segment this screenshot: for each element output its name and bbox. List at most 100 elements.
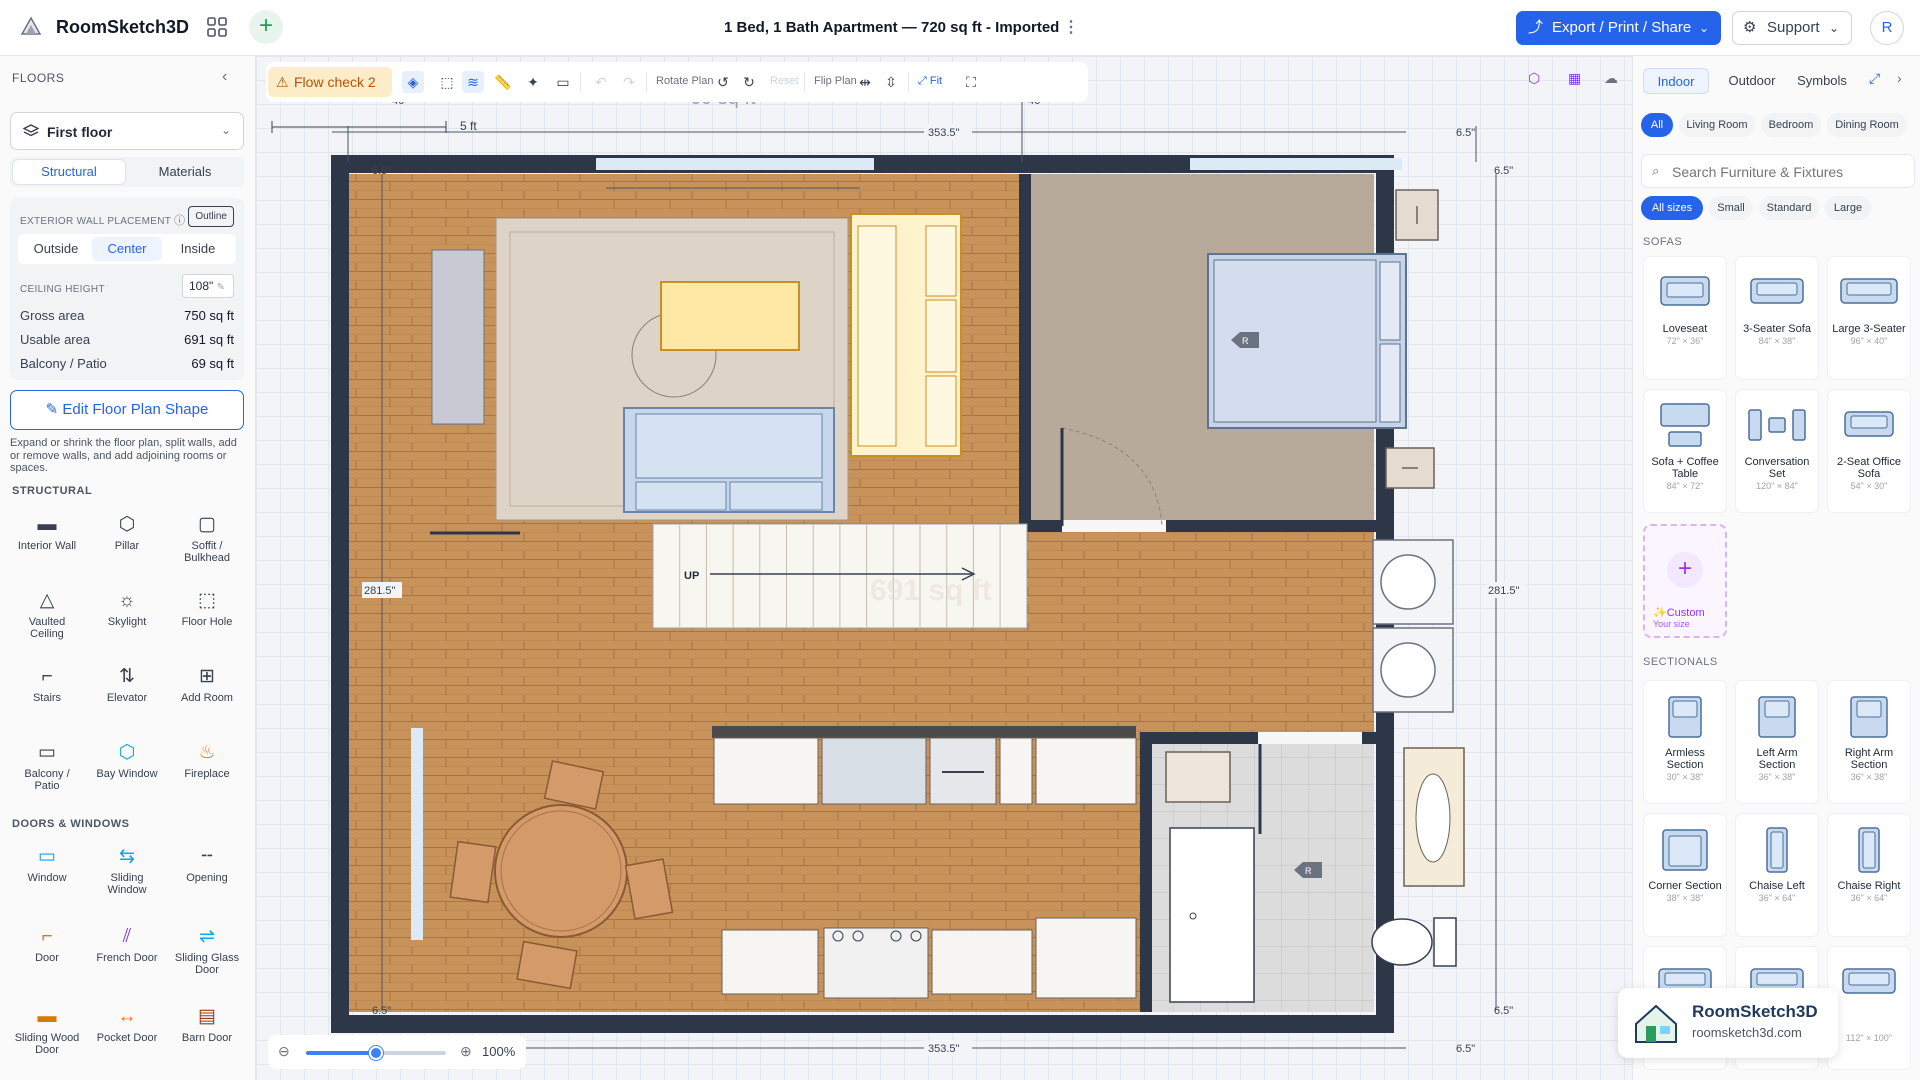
chip-large[interactable]: Large [1825,196,1871,220]
layers-toggle-icon[interactable]: ≋ [462,71,484,93]
dashboard-grid-icon[interactable] [206,16,228,38]
furniture-card-chaise-right[interactable]: Chaise Right 36" × 64" [1827,813,1911,937]
tab-structural[interactable]: Structural [13,160,125,184]
cloud-icon[interactable]: ☁ [1604,70,1618,87]
window-top-right[interactable] [1190,158,1402,170]
chip-all[interactable]: All [1641,113,1673,137]
zoom-slider-thumb[interactable] [369,1046,383,1060]
furniture-card-left-arm-section[interactable]: Left Arm Section 36" × 38" [1735,680,1819,804]
magic-wand-icon[interactable]: ✦ [522,71,544,93]
tool-fireplace[interactable]: ♨ Fireplace [170,732,244,802]
undo-icon[interactable]: ↶ [590,71,612,93]
flow-icon[interactable]: ◈ [402,71,424,93]
placement-outside[interactable]: Outside [21,237,91,261]
building-icon[interactable]: ▦ [1568,70,1581,87]
tool-window[interactable]: ▭ Window [10,836,84,910]
furniture-card-corner-section[interactable]: Corner Section 38" × 38" [1643,813,1727,937]
flip-vertical-icon[interactable]: ⇳ [880,71,902,93]
furniture-card-right-arm-section[interactable]: Right Arm Section 36" × 38" [1827,680,1911,804]
chip-all-sizes[interactable]: All sizes [1641,196,1703,220]
furniture-card-more[interactable]: 112" × 100" [1827,946,1911,1070]
tab-symbols[interactable]: Symbols [1789,68,1855,94]
tab-indoor[interactable]: Indoor [1643,68,1709,94]
range-stove[interactable] [823,927,929,999]
tool-soffit-bulkhead[interactable]: ▢ Soffit / Bulkhead [170,504,244,574]
tool-floor-hole[interactable]: ⬚ Floor Hole [170,580,244,650]
bedroom-door-opening[interactable] [1062,520,1166,532]
floor-plan-drawing[interactable]: UP 691 sq ft 69 sq ft R [256,56,1632,1080]
user-avatar[interactable]: R [1870,11,1904,45]
tool-pocket-door[interactable]: ↔ Pocket Door [90,996,164,1070]
island-cabinet-2[interactable] [931,929,1033,995]
tool-french-door[interactable]: ⫽ French Door [90,916,164,990]
chip-dining-room[interactable]: Dining Room [1827,113,1907,137]
console-table[interactable] [431,249,485,425]
zoom-slider[interactable] [306,1046,446,1060]
tool-vaulted-ceiling[interactable]: △ Vaulted Ceiling [10,580,84,650]
tool-interior-wall[interactable]: ▬ Interior Wall [10,504,84,574]
coffee-table[interactable] [660,281,800,351]
bath-door-opening[interactable] [1258,732,1362,744]
collapse-panel-icon[interactable]: ‹ [222,68,227,86]
rotate-left-icon[interactable]: ↺ [712,71,734,93]
dining-table[interactable] [494,804,628,938]
chip-standard[interactable]: Standard [1759,196,1819,220]
flip-horizontal-icon[interactable]: ⇹ [854,71,876,93]
select-area-icon[interactable]: ⬚ [436,71,458,93]
measure-ruler-icon[interactable]: 📏 [492,71,514,93]
tool-pillar[interactable]: ⬡ Pillar [90,504,164,574]
tool-sliding-window[interactable]: ⇆ Sliding Window [90,836,164,910]
new-project-button[interactable]: + [249,10,283,44]
support-button[interactable]: ⚙ Support ⌄ [1732,11,1852,45]
window-left[interactable] [411,728,423,940]
tool-add-room[interactable]: ⊞ Add Room [170,656,244,726]
placement-inside[interactable]: Inside [163,237,233,261]
export-button[interactable]: ⤴ Export / Print / Share ⌄ [1516,11,1721,45]
tab-materials[interactable]: Materials [129,160,241,184]
fit-button[interactable]: ⤢ Fit [918,75,942,88]
bath-cabinet[interactable] [1165,751,1231,803]
furniture-card-2-seat-office-sofa[interactable]: 2-Seat Office Sofa 54" × 30" [1827,389,1911,513]
furniture-card-3-seater-sofa[interactable]: 3-Seater Sofa 84" × 38" [1735,256,1819,380]
document-title[interactable]: 1 Bed, 1 Bath Apartment — 720 sq ft - Im… [724,19,1059,36]
kitchen-sink[interactable] [821,737,927,805]
3d-box-icon[interactable]: ⬡ [1528,70,1540,87]
flow-check-badge[interactable]: ⚠ Flow check 2 [268,67,392,97]
placement-center[interactable]: Center [92,237,162,261]
reset-button[interactable]: Reset [770,75,799,87]
tool-skylight[interactable]: ☼ Skylight [90,580,164,650]
tool-bay-window[interactable]: ⬡ Bay Window [90,732,164,802]
collapse-right-icon[interactable]: › [1897,70,1902,86]
chip-bedroom[interactable]: Bedroom [1761,113,1821,137]
bathtub[interactable] [1169,827,1255,1003]
rotate-right-icon[interactable]: ↻ [738,71,760,93]
tool-balcony-patio[interactable]: ▭ Balcony / Patio [10,732,84,802]
more-options-icon[interactable]: ⋮ [1063,17,1079,37]
tool-sliding-glass-door[interactable]: ⇌ Sliding Glass Door [170,916,244,990]
kitchen-cabinet-2[interactable] [999,737,1033,805]
bedroom-wall-vertical[interactable] [1019,174,1031,526]
ceiling-height-input[interactable]: 108" ✎ [182,274,234,298]
pantry-cabinet[interactable] [1035,917,1137,999]
kitchen-cabinet-1[interactable] [713,737,819,805]
floor-select[interactable]: First floor ⌄ [10,112,244,150]
window-top-left[interactable] [596,158,874,170]
outline-button[interactable]: Outline [188,206,234,227]
tab-outdoor[interactable]: Outdoor [1719,68,1785,94]
fullscreen-icon[interactable]: ⛶ [960,71,982,93]
furniture-card-chaise-left[interactable]: Chaise Left 36" × 64" [1735,813,1819,937]
edit-floor-plan-shape-button[interactable]: ✎ Edit Floor Plan Shape [10,390,244,430]
expand-icon[interactable]: ⤢ [1869,70,1880,87]
toilet[interactable] [1371,918,1433,966]
redo-icon[interactable]: ↷ [618,71,640,93]
bath-wall-vertical[interactable] [1140,732,1152,1012]
furniture-card-sofa-coffee-table[interactable]: Sofa + Coffee Table 84" × 72" [1643,389,1727,513]
furniture-card-conversation-set[interactable]: Conversation Set 120" × 84" [1735,389,1819,513]
chip-small[interactable]: Small [1709,196,1753,220]
custom-size-card[interactable]: + ✨Custom Your size [1643,524,1727,638]
tool-stairs[interactable]: ⌐ Stairs [10,656,84,726]
zoom-in-icon[interactable]: ⊕ [460,1043,472,1060]
furniture-card-armless-section[interactable]: Armless Section 30" × 38" [1643,680,1727,804]
kitchen-cabinet-3[interactable] [1035,737,1137,805]
tool-barn-door[interactable]: ▤ Barn Door [170,996,244,1070]
